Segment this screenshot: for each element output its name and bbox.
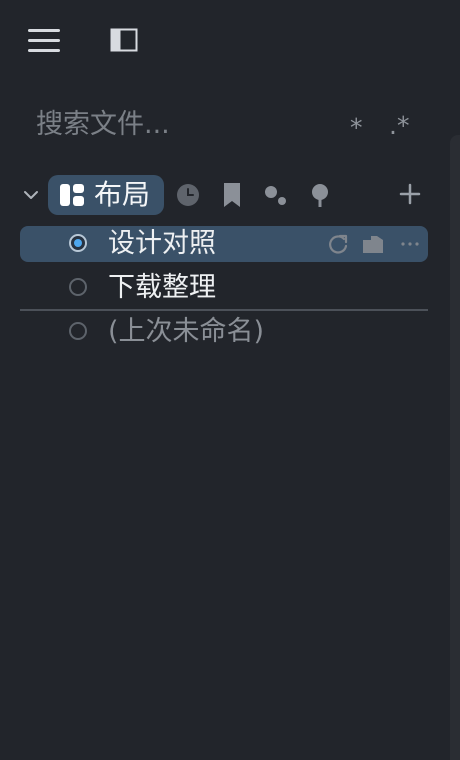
active-radio[interactable]	[69, 234, 87, 252]
group-tab-layout[interactable]: 布局	[48, 175, 164, 215]
bookmark-icon[interactable]	[220, 183, 244, 207]
file-row-selected[interactable]: 设计对照	[20, 226, 428, 262]
refresh-icon[interactable]	[327, 233, 349, 255]
regex-filter-button[interactable]: .*	[389, 113, 409, 138]
search-bar: * .*	[36, 98, 416, 152]
layout-group-header: 布局	[18, 175, 428, 217]
folder-icon[interactable]	[362, 233, 384, 255]
radio[interactable]	[69, 278, 87, 296]
menu-icon[interactable]	[28, 27, 60, 55]
file-name: 下载整理	[108, 272, 216, 303]
clock-icon[interactable]	[176, 183, 200, 207]
divider	[20, 309, 428, 311]
search-input[interactable]	[36, 104, 326, 144]
pin-icon[interactable]	[308, 183, 332, 207]
file-panel: * .* 布局	[0, 0, 460, 760]
layout-icon	[60, 184, 84, 206]
wildcard-filter-button[interactable]: *	[350, 115, 363, 140]
sidebar-toggle-icon[interactable]	[110, 28, 138, 52]
chevron-down-icon[interactable]	[23, 188, 39, 202]
top-toolbar	[28, 24, 158, 60]
dots-icon[interactable]	[263, 183, 287, 207]
scrollbar-track[interactable]	[450, 135, 460, 760]
radio[interactable]	[69, 322, 87, 340]
more-icon[interactable]	[399, 233, 421, 255]
file-row[interactable]: (上次未命名)	[20, 314, 428, 350]
group-label: 布局	[94, 178, 151, 211]
plus-icon[interactable]	[399, 183, 421, 205]
file-name: 设计对照	[108, 228, 216, 259]
file-name: (上次未命名)	[108, 316, 265, 347]
file-row[interactable]: 下载整理	[20, 270, 428, 306]
